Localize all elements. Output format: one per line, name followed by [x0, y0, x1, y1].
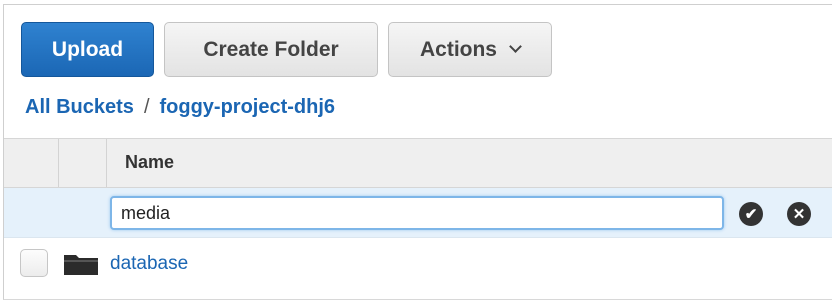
upload-button-label: Upload [51, 37, 124, 61]
name-column-header[interactable]: Name [125, 152, 174, 173]
column-divider [58, 139, 59, 187]
upload-button[interactable]: Upload [21, 22, 154, 77]
breadcrumb-separator: / [143, 96, 150, 118]
actions-button-label: Actions [419, 37, 497, 61]
actions-dropdown-button[interactable]: Actions [388, 22, 552, 77]
folder-name-link[interactable]: database [110, 253, 188, 275]
breadcrumb: All Buckets / foggy-project-dhj6 [25, 96, 335, 119]
folder-name-input[interactable] [110, 196, 724, 230]
check-circle-icon[interactable]: ✔ [739, 202, 763, 226]
breadcrumb-all-buckets-link[interactable]: All Buckets [25, 96, 134, 119]
row-checkbox[interactable] [20, 249, 48, 277]
create-folder-button[interactable]: Create Folder [164, 22, 378, 77]
breadcrumb-bucket-link[interactable]: foggy-project-dhj6 [160, 96, 336, 119]
column-divider [106, 139, 107, 187]
x-circle-icon[interactable]: ✕ [787, 202, 811, 226]
chevron-down-icon [509, 40, 522, 53]
table-header: Name [4, 138, 832, 188]
new-folder-edit-row: ✔ ✕ [4, 188, 832, 238]
table-row[interactable]: database [4, 240, 832, 288]
folder-icon [64, 255, 98, 275]
create-folder-button-label: Create Folder [203, 37, 339, 61]
